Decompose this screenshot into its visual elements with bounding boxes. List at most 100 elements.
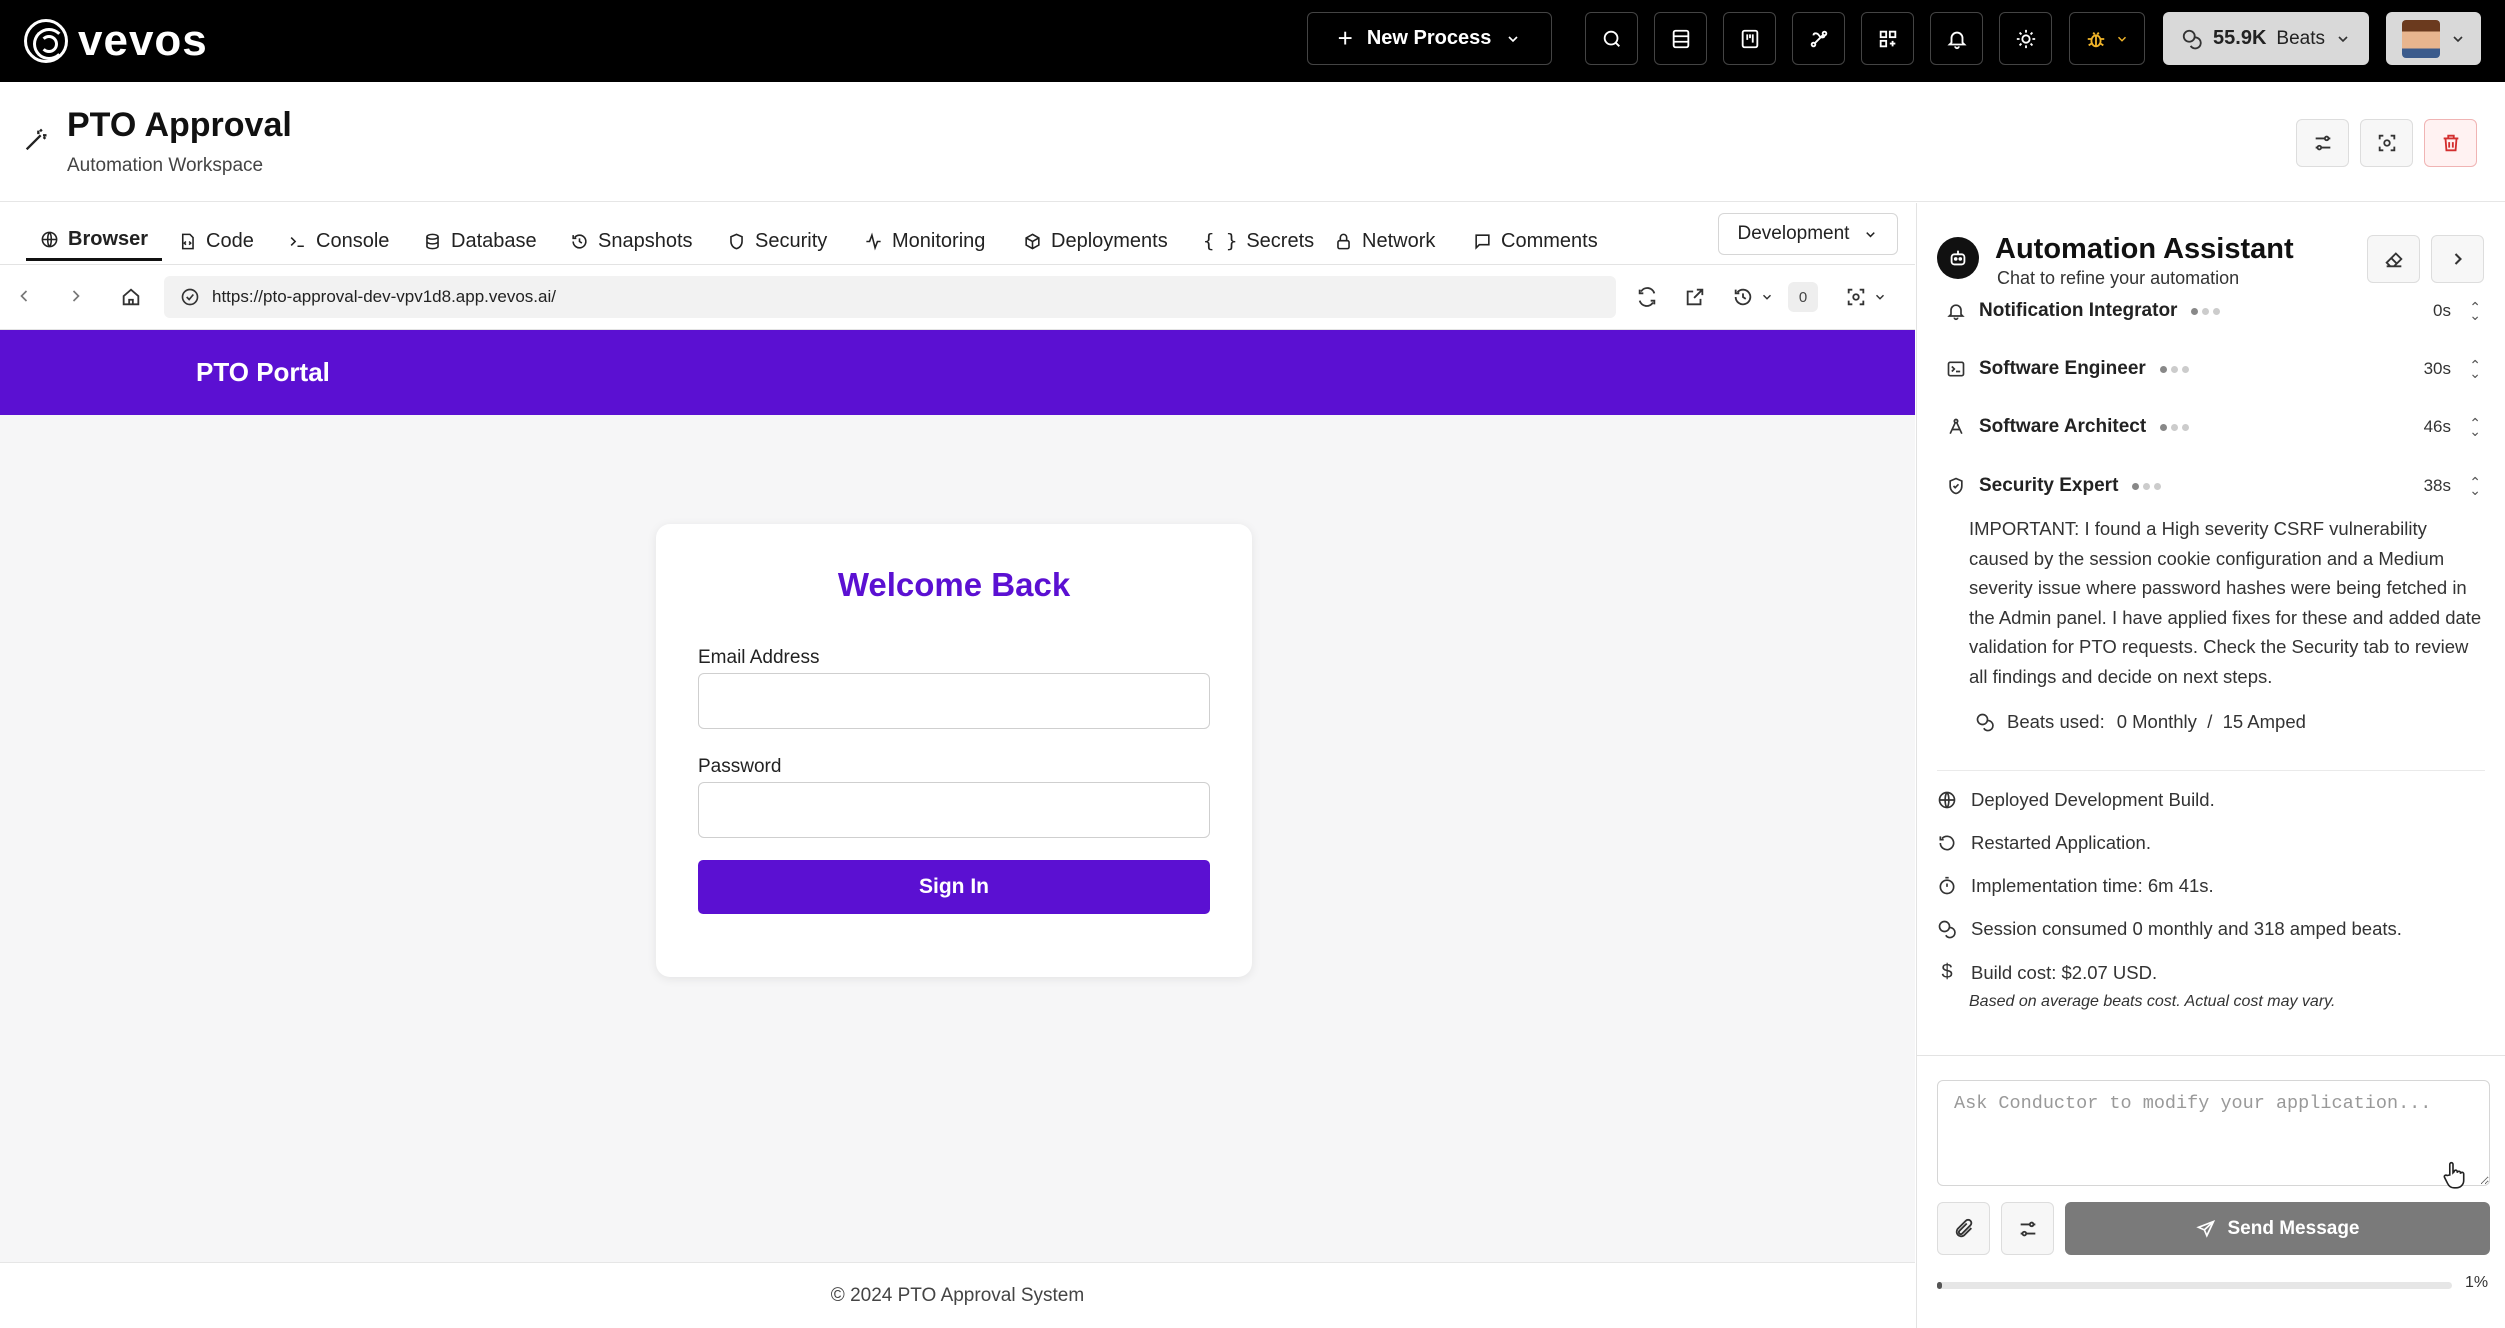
- search-button[interactable]: [1585, 12, 1638, 65]
- restart-icon: [1939, 835, 1955, 851]
- history-icon[interactable]: [1732, 286, 1754, 308]
- agent-row[interactable]: Software Architect 46s ⌃ ⌄: [1945, 412, 2485, 442]
- tab-label: Network: [1362, 229, 1436, 252]
- status-text: Restarted Application.: [1971, 832, 2151, 853]
- integrations-button[interactable]: [1792, 12, 1845, 65]
- table-button[interactable]: [1654, 12, 1707, 65]
- new-process-button[interactable]: + New Process: [1307, 12, 1552, 65]
- agent-time: 38s: [2423, 476, 2451, 495]
- settings-sliders-button[interactable]: [2296, 119, 2349, 167]
- notifications-button[interactable]: [1930, 12, 1983, 65]
- progress-percent: 1%: [2465, 1274, 2489, 1291]
- activity-icon: [866, 232, 881, 250]
- globe-icon: [1938, 791, 1956, 809]
- screenshot-icon[interactable]: [1845, 286, 1867, 308]
- collapse-panel-button[interactable]: [2431, 235, 2484, 283]
- status-item: Restarted Application.: [1937, 832, 2151, 854]
- theme-toggle-button[interactable]: [1999, 12, 2052, 65]
- agent-row[interactable]: Security Expert 38s ⌃ ⌄: [1945, 471, 2485, 501]
- home-icon[interactable]: [120, 286, 142, 308]
- snapshot-count-badge: 0: [1788, 282, 1818, 312]
- user-menu-button[interactable]: [2386, 12, 2481, 65]
- chevron-down-icon[interactable]: [1873, 290, 1887, 304]
- forward-icon[interactable]: [66, 286, 86, 306]
- tab-label: Deployments: [1051, 229, 1168, 252]
- security-expert-message: IMPORTANT: I found a High severity CSRF …: [1969, 518, 2482, 687]
- tab-label: Console: [316, 229, 390, 252]
- tab-secrets[interactable]: { } Secrets: [1189, 221, 1328, 261]
- back-icon[interactable]: [14, 286, 34, 306]
- chevron-down-icon: [2452, 35, 2463, 42]
- external-link-icon[interactable]: [1684, 286, 1706, 308]
- context-progress-bar: [1937, 1282, 2452, 1289]
- cost-note: Based on average beats cost. Actual cost…: [1969, 993, 2336, 1010]
- bug-icon: [2087, 31, 2105, 47]
- environment-value: Development: [1737, 223, 1850, 244]
- tab-database[interactable]: Database: [409, 221, 551, 261]
- tab-network[interactable]: Network: [1320, 221, 1449, 261]
- database-icon: [426, 233, 439, 249]
- paperclip-icon: [1955, 1218, 1972, 1237]
- kanban-button[interactable]: [1723, 12, 1776, 65]
- workspace-header: PTO Approval Automation Workspace: [0, 82, 2505, 202]
- refresh-icon[interactable]: [1636, 286, 1658, 308]
- tab-comments[interactable]: Comments: [1459, 221, 1612, 261]
- agent-row[interactable]: Software Engineer 30s ⌃ ⌄: [1945, 354, 2485, 384]
- tab-browser[interactable]: Browser: [26, 221, 163, 261]
- chevron-down-icon[interactable]: [1760, 290, 1774, 304]
- page-title: PTO Approval: [67, 106, 292, 144]
- browser-url-bar: https://pto-approval-dev-vpv1d8.app.vevo…: [0, 266, 1915, 330]
- scan-button[interactable]: [2360, 119, 2413, 167]
- tab-security[interactable]: Security: [713, 221, 841, 261]
- tab-deployments[interactable]: Deployments: [1009, 221, 1182, 261]
- environment-select[interactable]: Development: [1718, 213, 1898, 255]
- debug-button[interactable]: [2069, 12, 2145, 65]
- tab-code[interactable]: Code: [164, 221, 268, 261]
- braces-icon: { }: [1203, 230, 1238, 252]
- password-field[interactable]: [698, 782, 1210, 838]
- status-text: Implementation time: 6m 41s.: [1971, 875, 2214, 896]
- coins-icon: [1938, 920, 1956, 939]
- status-item: Implementation time: 6m 41s.: [1937, 875, 2214, 897]
- url-input[interactable]: https://pto-approval-dev-vpv1d8.app.vevo…: [164, 276, 1616, 318]
- chat-input[interactable]: [1937, 1080, 2490, 1186]
- agent-name: Notification Integrator: [1979, 300, 2178, 321]
- chevron-down-icon: [2117, 36, 2127, 42]
- tab-label: Database: [451, 229, 537, 252]
- options-button[interactable]: [2001, 1202, 2054, 1255]
- scan-focus-icon: [2378, 134, 2395, 152]
- login-card: Welcome Back Email Address Password Sign…: [656, 524, 1252, 977]
- tab-label: Code: [206, 229, 254, 252]
- vevos-logo[interactable]: vevos: [24, 16, 208, 66]
- delete-button[interactable]: [2424, 119, 2477, 167]
- sun-icon: [2016, 29, 2035, 48]
- avatar: [2401, 19, 2440, 58]
- sign-in-button[interactable]: Sign In: [698, 860, 1210, 914]
- tab-snapshots[interactable]: Snapshots: [556, 221, 707, 261]
- email-label: Email Address: [698, 647, 820, 668]
- shield-icon: [730, 233, 743, 249]
- apps-grid-button[interactable]: [1861, 12, 1914, 65]
- tab-console[interactable]: Console: [274, 221, 403, 261]
- beats-balance-button[interactable]: 55.9K Beats: [2163, 12, 2369, 65]
- url-text: https://pto-approval-dev-vpv1d8.app.vevo…: [212, 287, 556, 306]
- email-field[interactable]: [698, 673, 1210, 729]
- app-preview: PTO Portal Welcome Back Email Address Pa…: [0, 330, 1915, 1328]
- portal-title[interactable]: PTO Portal: [196, 357, 330, 388]
- chevron-down-icon: [1508, 35, 1518, 42]
- tab-monitoring[interactable]: Monitoring: [850, 221, 999, 261]
- send-message-button[interactable]: Send Message: [2065, 1202, 2490, 1255]
- sliders-icon: [2315, 135, 2330, 151]
- agent-row[interactable]: Notification Integrator 0s ⌃ ⌄: [1945, 296, 2485, 326]
- attach-button[interactable]: [1937, 1202, 1990, 1255]
- kanban-icon: [1741, 29, 1758, 48]
- new-process-label: New Process: [1366, 27, 1492, 49]
- login-title: Welcome Back: [837, 566, 1071, 603]
- page-subtitle: Automation Workspace: [67, 155, 264, 176]
- tab-label: Snapshots: [598, 229, 693, 252]
- top-navigation-bar: vevos + New Process 55.9K Beats: [0, 0, 2505, 82]
- status-text: Deployed Development Build.: [1971, 789, 2215, 810]
- assistant-title: Automation Assistant: [1995, 233, 2294, 265]
- logo-text: vevos: [78, 16, 208, 65]
- clear-chat-button[interactable]: [2367, 235, 2420, 283]
